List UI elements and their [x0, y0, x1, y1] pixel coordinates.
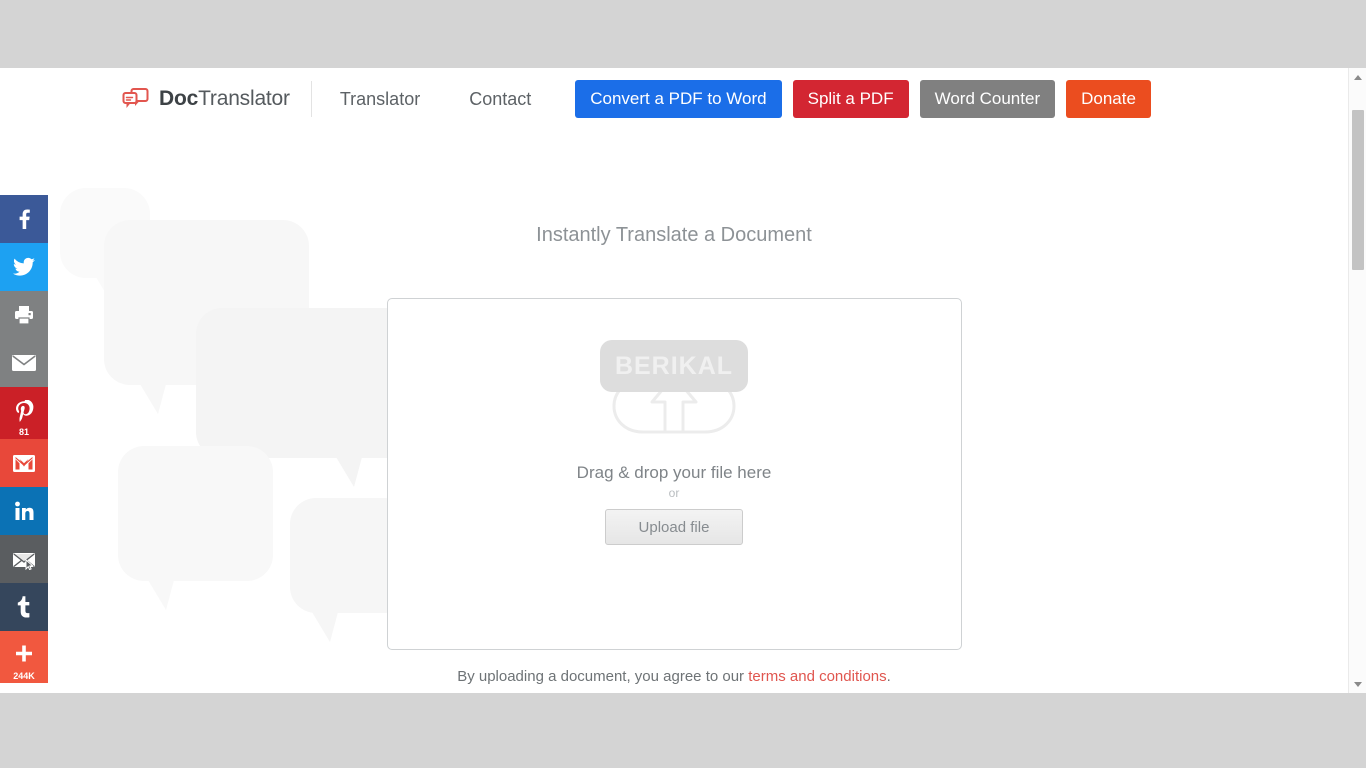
share-print-button[interactable] — [0, 291, 48, 339]
plus-icon — [13, 645, 35, 665]
share-email-button[interactable] — [0, 339, 48, 387]
share-mailto-button[interactable] — [0, 535, 48, 583]
file-dropzone[interactable]: BERIKAL Drag & drop your file here or Up… — [386, 298, 962, 650]
share-count: 81 — [18, 427, 29, 437]
twitter-icon — [12, 256, 36, 278]
share-tumblr-button[interactable] — [0, 583, 48, 631]
terms-prefix: By uploading a document, you agree to ou… — [457, 668, 749, 685]
terms-notice: By uploading a document, you agree to ou… — [0, 668, 1348, 685]
donate-button[interactable]: Donate — [1066, 80, 1151, 118]
email-icon — [11, 353, 37, 373]
terms-and-conditions-link[interactable]: terms and conditions — [748, 668, 886, 685]
header-divider — [310, 81, 312, 117]
tumblr-icon — [17, 596, 31, 618]
scrollbar-thumb[interactable] — [1352, 110, 1364, 270]
scroll-up-arrow-icon[interactable] — [1349, 68, 1366, 86]
envelope-cursor-icon — [11, 549, 37, 570]
cloud-upload-icon — [609, 332, 739, 447]
pinterest-icon — [13, 399, 35, 422]
doc-translator-logo-icon — [122, 88, 150, 110]
linkedin-icon — [13, 500, 35, 522]
brand-logo-link[interactable]: DocTranslator — [122, 87, 290, 111]
dropzone-instruction-text: Drag & drop your file here — [576, 463, 772, 482]
nav-link-translator[interactable]: Translator — [338, 83, 422, 116]
convert-pdf-to-word-button[interactable]: Convert a PDF to Word — [575, 80, 782, 118]
page-title: Instantly Translate a Document — [536, 224, 812, 246]
share-count: 244K — [13, 671, 35, 681]
brand-title-rest: Translator — [198, 87, 290, 110]
share-pinterest-button[interactable]: 81 — [0, 387, 48, 439]
site-header: DocTranslator Translator Contact Convert… — [0, 68, 1348, 130]
header-action-buttons: Convert a PDF to Word Split a PDF Word C… — [575, 80, 1151, 118]
page-scrollbar[interactable] — [1348, 68, 1366, 693]
main-content: Instantly Translate a Document BERIKAL D… — [0, 224, 1348, 685]
share-gmail-button[interactable] — [0, 439, 48, 487]
scroll-down-arrow-icon[interactable] — [1349, 675, 1366, 693]
share-more-button[interactable]: 244K — [0, 631, 48, 683]
terms-suffix: . — [886, 668, 891, 685]
split-a-pdf-button[interactable]: Split a PDF — [792, 80, 909, 118]
social-share-rail: 81 244K — [0, 195, 48, 683]
share-twitter-button[interactable] — [0, 243, 48, 291]
brand-title-bold: Doc — [159, 87, 199, 110]
facebook-icon — [13, 208, 35, 230]
gmail-icon — [12, 454, 36, 473]
browser-viewport: DocTranslator Translator Contact Convert… — [0, 68, 1366, 693]
page-surface: DocTranslator Translator Contact Convert… — [0, 68, 1348, 693]
word-counter-button[interactable]: Word Counter — [919, 80, 1056, 118]
dropzone-or-text: or — [668, 486, 680, 500]
nav-link-contact[interactable]: Contact — [467, 83, 533, 116]
upload-file-button[interactable]: Upload file — [605, 509, 743, 545]
brand-title: DocTranslator — [159, 87, 290, 111]
cloud-upload-icon-wrapper: BERIKAL — [600, 332, 748, 447]
print-icon — [13, 304, 35, 326]
share-facebook-button[interactable] — [0, 195, 48, 243]
share-linkedin-button[interactable] — [0, 487, 48, 535]
